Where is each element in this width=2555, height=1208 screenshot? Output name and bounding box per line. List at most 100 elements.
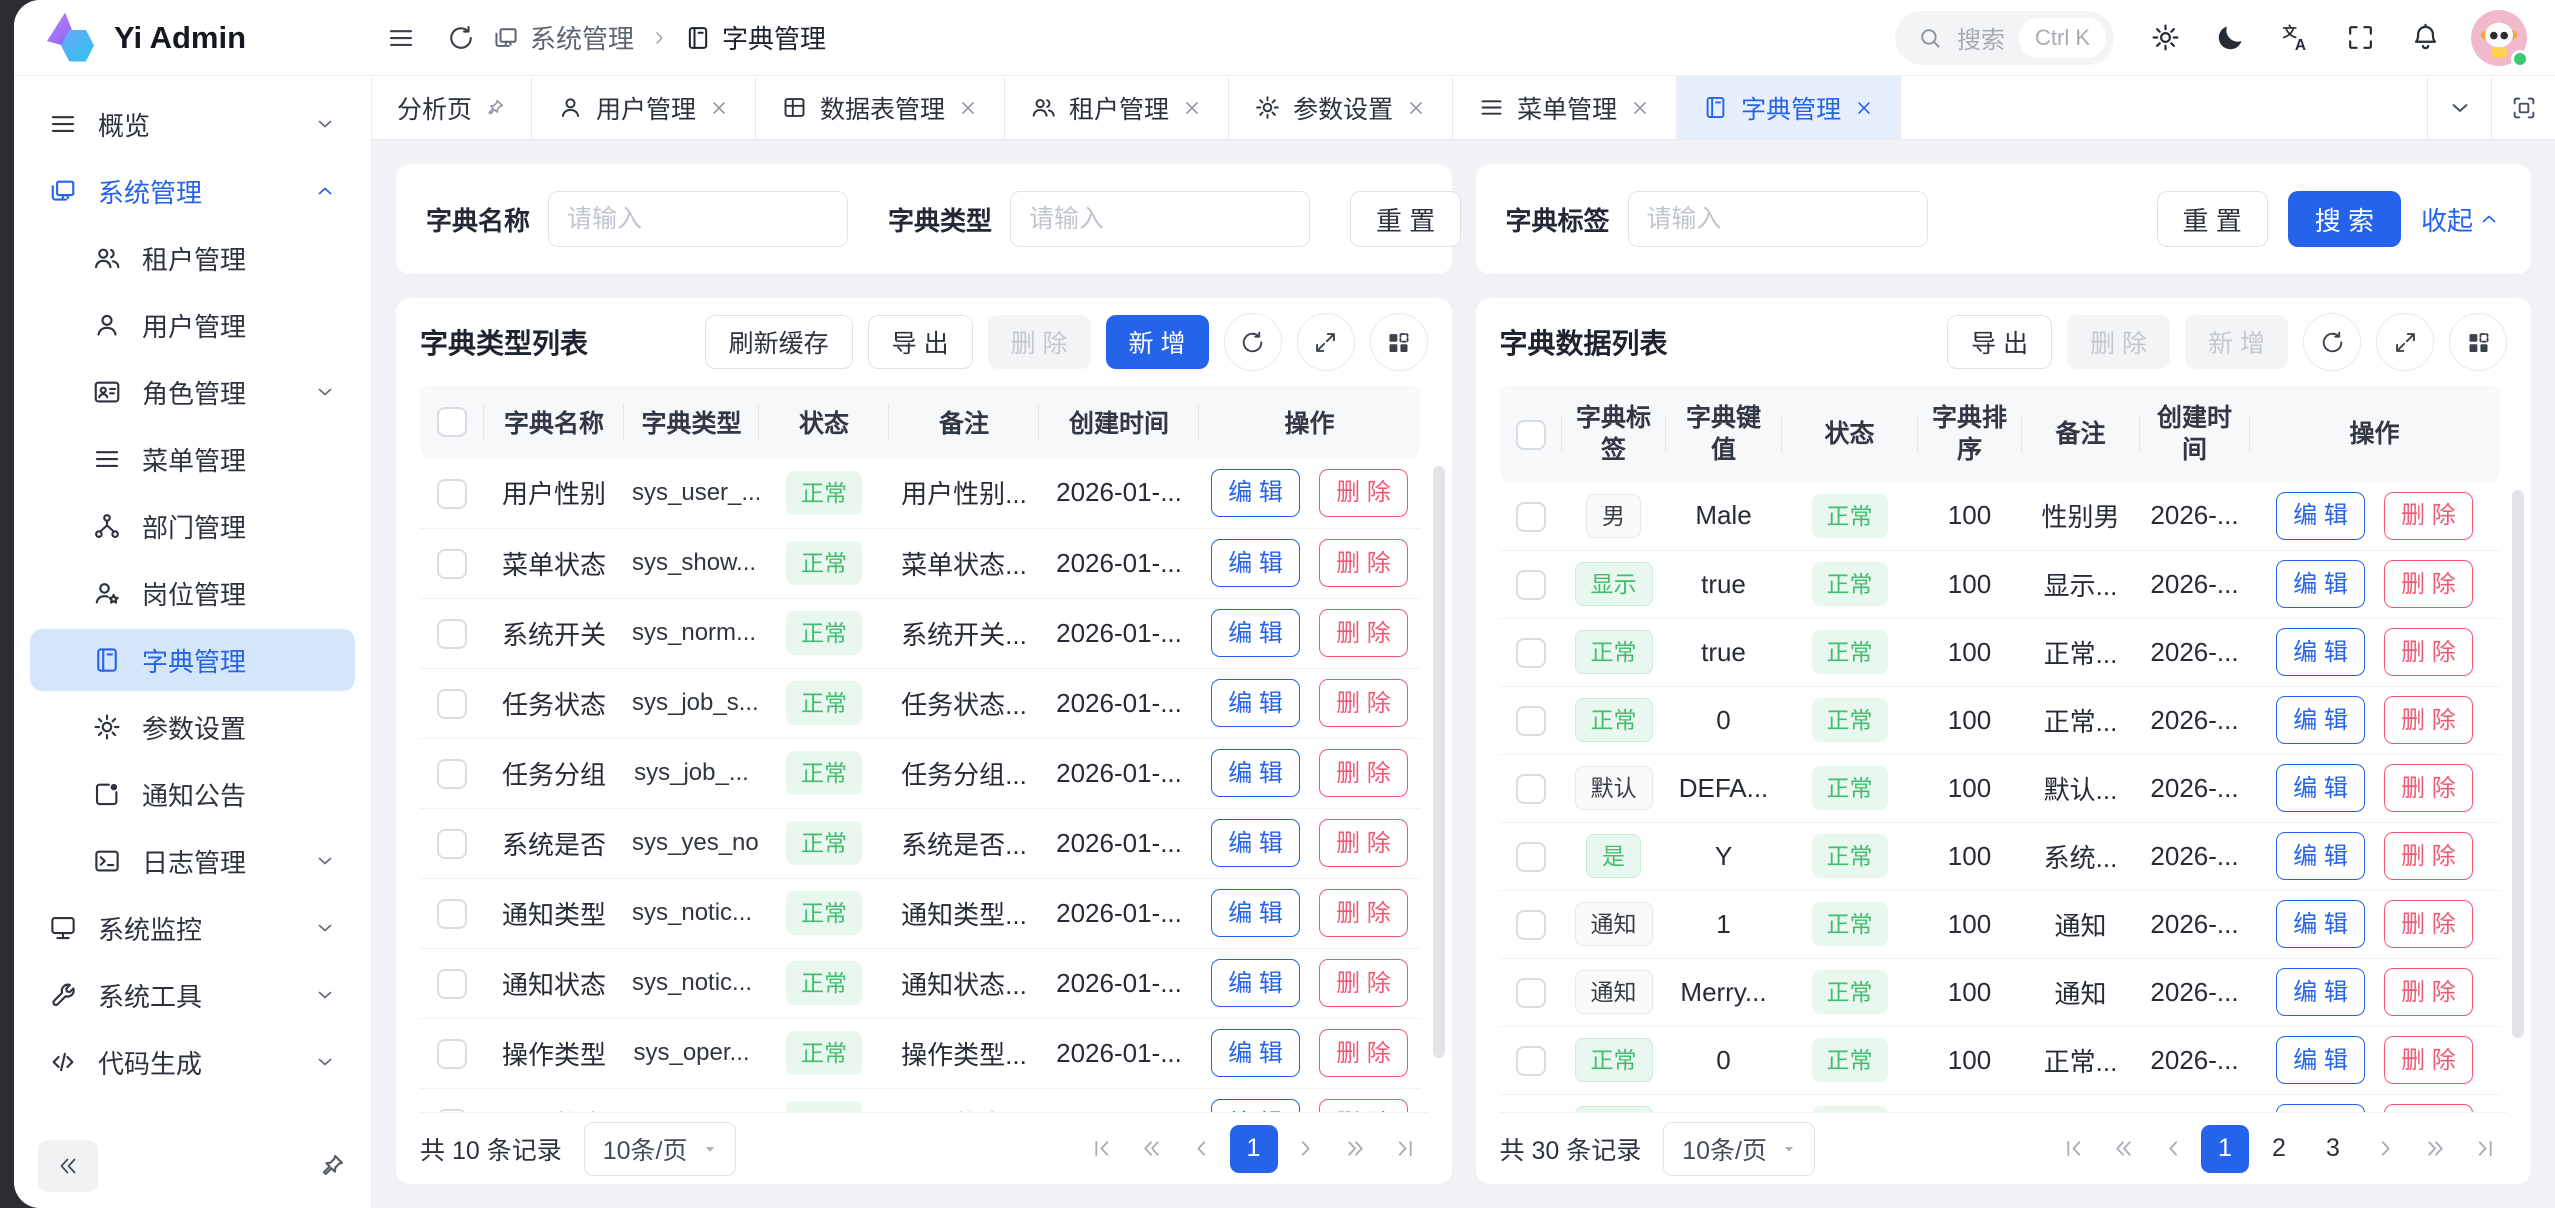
delete-button[interactable]: 删 除: [2384, 900, 2473, 948]
edit-button[interactable]: 编 辑: [2276, 560, 2365, 608]
table-scrollbar[interactable]: [2512, 490, 2524, 1038]
last-page-button[interactable]: [1384, 1127, 1428, 1171]
close-icon[interactable]: [1181, 97, 1203, 119]
sidebar-item[interactable]: 菜单管理: [30, 428, 355, 490]
table-expand-button[interactable]: [1297, 313, 1355, 371]
tab[interactable]: 分析页: [372, 76, 532, 139]
sidebar-item[interactable]: 岗位管理: [30, 562, 355, 624]
delete-button[interactable]: 删 除: [2067, 315, 2170, 369]
sidebar-pin-icon[interactable]: [317, 1151, 347, 1181]
refresh-page-icon[interactable]: [446, 23, 476, 53]
delete-button[interactable]: 删 除: [1319, 1029, 1408, 1077]
delete-button[interactable]: 删 除: [1319, 1099, 1408, 1112]
delete-button[interactable]: 删 除: [1319, 539, 1408, 587]
page-number[interactable]: 2: [2255, 1125, 2303, 1173]
delete-button[interactable]: 删 除: [1319, 679, 1408, 727]
delete-button[interactable]: 删 除: [988, 315, 1091, 369]
delete-button[interactable]: 删 除: [1319, 749, 1408, 797]
delete-button[interactable]: 删 除: [1319, 609, 1408, 657]
sidebar-item[interactable]: 部门管理: [30, 495, 355, 557]
sidebar-item[interactable]: 字典管理: [30, 629, 355, 691]
close-icon[interactable]: [708, 97, 730, 119]
edit-button[interactable]: 编 辑: [1211, 959, 1300, 1007]
row-checkbox[interactable]: [1516, 910, 1546, 940]
tab[interactable]: 字典管理: [1677, 76, 1901, 139]
next-5-pages-button[interactable]: [1334, 1127, 1378, 1171]
edit-button[interactable]: 编 辑: [2276, 628, 2365, 676]
delete-button[interactable]: 删 除: [2384, 492, 2473, 540]
dict-type-input[interactable]: [1010, 191, 1310, 247]
sidebar-item[interactable]: 日志管理: [30, 830, 355, 892]
close-icon[interactable]: [1853, 97, 1875, 119]
row-checkbox[interactable]: [1516, 638, 1546, 668]
collapse-search-link[interactable]: 收起: [2421, 201, 2501, 238]
table-expand-button[interactable]: [2376, 313, 2434, 371]
edit-button[interactable]: 编 辑: [1211, 609, 1300, 657]
tab[interactable]: 数据表管理: [756, 76, 1005, 139]
sidebar-item[interactable]: 概览: [30, 93, 355, 155]
next-page-button[interactable]: [2363, 1127, 2407, 1171]
delete-button[interactable]: 删 除: [1319, 889, 1408, 937]
row-checkbox[interactable]: [1516, 1046, 1546, 1076]
fullscreen-icon[interactable]: [2345, 22, 2376, 53]
last-page-button[interactable]: [2463, 1127, 2507, 1171]
page-number[interactable]: 3: [2309, 1125, 2357, 1173]
sidebar-item[interactable]: 代码生成: [30, 1031, 355, 1093]
table-scrollbar[interactable]: [1433, 466, 1445, 1058]
sidebar-collapse-button[interactable]: [38, 1140, 98, 1192]
sidebar-item[interactable]: 系统监控: [30, 897, 355, 959]
row-checkbox[interactable]: [437, 1039, 467, 1069]
edit-button[interactable]: 编 辑: [2276, 900, 2365, 948]
pin-icon[interactable]: [484, 97, 506, 119]
delete-button[interactable]: 删 除: [2384, 1104, 2473, 1112]
first-page-button[interactable]: [1080, 1127, 1124, 1171]
sidebar-item[interactable]: 系统工具: [30, 964, 355, 1026]
edit-button[interactable]: 编 辑: [2276, 1036, 2365, 1084]
export-button[interactable]: 导 出: [868, 315, 973, 369]
table-refresh-button[interactable]: [2303, 313, 2361, 371]
edit-button[interactable]: 编 辑: [1211, 819, 1300, 867]
row-checkbox[interactable]: [1516, 842, 1546, 872]
row-checkbox[interactable]: [437, 549, 467, 579]
refresh-cache-button[interactable]: 刷新缓存: [705, 315, 853, 369]
close-icon[interactable]: [1405, 97, 1427, 119]
tab-list-dropdown-button[interactable]: [2427, 76, 2491, 139]
add-button[interactable]: 新 增: [2185, 315, 2288, 369]
row-checkbox[interactable]: [437, 829, 467, 859]
row-checkbox[interactable]: [437, 899, 467, 929]
reset-button[interactable]: 重 置: [2157, 191, 2268, 247]
prev-5-pages-button[interactable]: [2101, 1127, 2145, 1171]
row-checkbox[interactable]: [1516, 502, 1546, 532]
edit-button[interactable]: 编 辑: [1211, 469, 1300, 517]
prev-page-button[interactable]: [2151, 1127, 2195, 1171]
tab[interactable]: 租户管理: [1005, 76, 1229, 139]
reset-button[interactable]: 重 置: [1350, 191, 1461, 247]
language-icon[interactable]: [2280, 22, 2311, 53]
column-settings-button[interactable]: [2449, 313, 2507, 371]
close-icon[interactable]: [957, 97, 979, 119]
edit-button[interactable]: 编 辑: [2276, 696, 2365, 744]
page-size-select[interactable]: 10条/页: [1663, 1122, 1815, 1176]
page-size-select[interactable]: 10条/页: [584, 1122, 736, 1176]
edit-button[interactable]: 编 辑: [2276, 1104, 2365, 1112]
row-checkbox[interactable]: [437, 479, 467, 509]
row-checkbox[interactable]: [1516, 978, 1546, 1008]
settings-gear-icon[interactable]: [2150, 22, 2181, 53]
delete-button[interactable]: 删 除: [2384, 832, 2473, 880]
edit-button[interactable]: 编 辑: [1211, 679, 1300, 727]
column-settings-button[interactable]: [1370, 313, 1428, 371]
next-page-button[interactable]: [1284, 1127, 1328, 1171]
delete-button[interactable]: 删 除: [1319, 819, 1408, 867]
row-checkbox[interactable]: [437, 619, 467, 649]
tab[interactable]: 用户管理: [532, 76, 756, 139]
tab[interactable]: 菜单管理: [1453, 76, 1677, 139]
prev-page-button[interactable]: [1180, 1127, 1224, 1171]
row-checkbox[interactable]: [437, 689, 467, 719]
dict-name-input[interactable]: [548, 191, 848, 247]
delete-button[interactable]: 删 除: [2384, 764, 2473, 812]
delete-button[interactable]: 删 除: [2384, 696, 2473, 744]
tab[interactable]: 参数设置: [1229, 76, 1453, 139]
sidebar-item[interactable]: 租户管理: [30, 227, 355, 289]
delete-button[interactable]: 删 除: [2384, 1036, 2473, 1084]
page-number[interactable]: 1: [1230, 1125, 1278, 1173]
